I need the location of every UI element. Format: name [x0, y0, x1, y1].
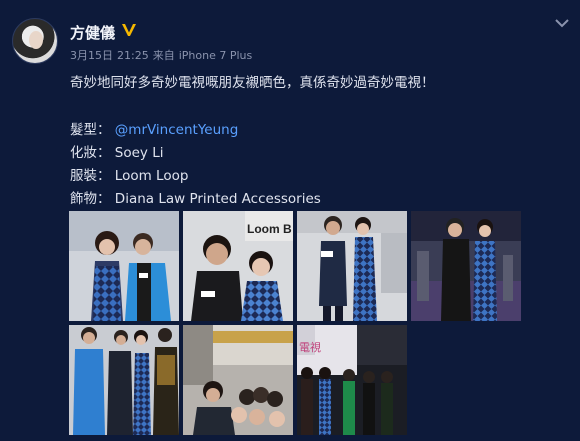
photo-thumbnail-1[interactable] [69, 211, 179, 321]
post-source[interactable]: iPhone 7 Plus [179, 49, 253, 62]
photo-thumbnail-2[interactable]: Loom B [183, 211, 293, 321]
credit-makeup: 化妝： Soey Li [70, 141, 163, 161]
credit-value: Soey Li [114, 145, 164, 161]
credit-label: 飾物： [70, 191, 111, 207]
credit-hair: 髮型： @mrVincentYeung [70, 118, 238, 138]
photo-thumbnail-4[interactable] [411, 211, 521, 321]
credit-value: Loom Loop [114, 168, 189, 184]
post-time[interactable]: 21:25 [117, 49, 149, 62]
credit-hair-link[interactable]: @mrVincentYeung [115, 122, 238, 138]
post-meta: 3月15日 21:25 来自 iPhone 7 Plus [70, 47, 256, 63]
photo-sign-text: 電視 [299, 340, 321, 354]
credit-clothing: 服裝： Loom Loop [70, 164, 188, 184]
photo-thumbnail-3[interactable] [297, 211, 407, 321]
source-prefix: 来自 [152, 49, 175, 62]
post-date[interactable]: 3月15日 [70, 49, 113, 62]
verified-badge-icon [122, 24, 136, 36]
photo-thumbnail-5[interactable] [69, 325, 179, 435]
avatar-face [29, 31, 43, 49]
avatar[interactable] [12, 18, 58, 64]
photo-thumbnail-6[interactable] [183, 325, 293, 435]
username[interactable]: 方健儀 [70, 22, 115, 43]
credit-label: 化妝： [70, 145, 111, 161]
credit-label: 服裝： [70, 168, 111, 184]
credit-accessories: 飾物： Diana Law Printed Accessories [70, 187, 321, 207]
chevron-down-icon[interactable] [554, 17, 570, 29]
credit-label: 髮型： [70, 122, 111, 138]
credit-value: Diana Law Printed Accessories [114, 191, 321, 207]
photo-thumbnail-7[interactable]: 電視 [297, 325, 407, 435]
post-main-text: 奇妙地同好多奇妙電視嘅朋友襯晒色，真係奇妙過奇妙電視！ [70, 75, 435, 91]
photo-sign-text: Loom B [247, 222, 292, 236]
